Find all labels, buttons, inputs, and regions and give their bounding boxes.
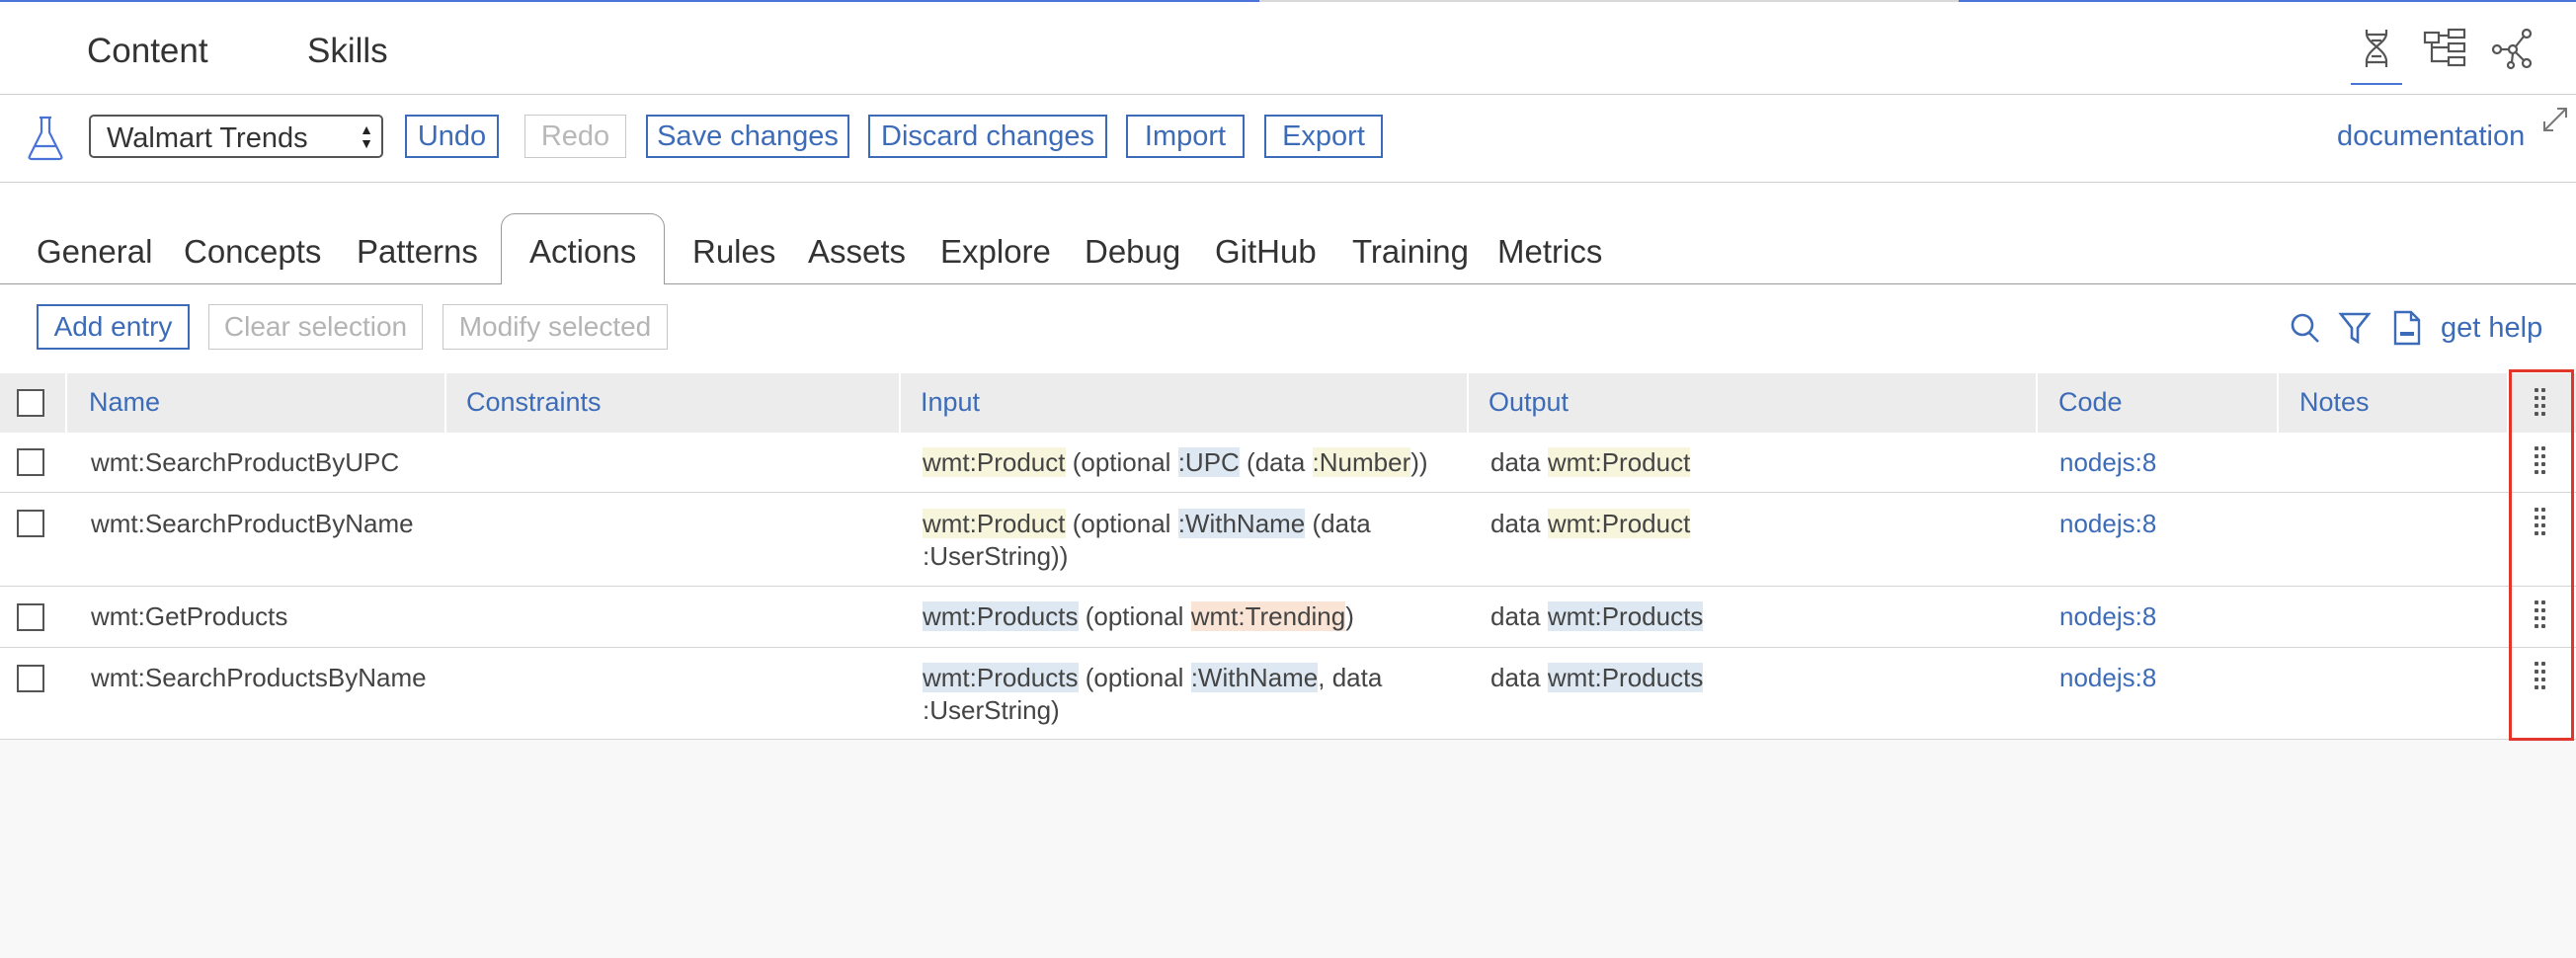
filter-icon[interactable] [2338, 310, 2372, 346]
row-output: data wmt:Product [1490, 447, 1691, 477]
column-drag-handle-icon[interactable] [2535, 388, 2550, 418]
tab-concepts[interactable]: Concepts [184, 233, 321, 271]
row-divider [0, 492, 2576, 493]
row-input: wmt:Product (optional :WithName (data:Us… [923, 509, 1371, 571]
column-separator [1467, 373, 1469, 433]
skill-select[interactable]: Walmart Trends ▲ ▼ [89, 115, 383, 158]
csv-file-icon[interactable] [2390, 310, 2424, 346]
row-code-link[interactable]: nodejs:8 [2059, 662, 2156, 694]
tree-icon[interactable] [2422, 26, 2467, 71]
flask-icon[interactable] [26, 115, 65, 162]
row-drag-handle-icon[interactable] [2535, 446, 2550, 476]
select-all-checkbox[interactable] [17, 389, 44, 417]
save-changes-button[interactable]: Save changes [646, 115, 849, 158]
row-name[interactable]: wmt:SearchProductByUPC [91, 446, 399, 479]
column-header-input[interactable]: Input [921, 387, 980, 418]
search-icon[interactable] [2289, 310, 2322, 346]
tab-debug[interactable]: Debug [1085, 233, 1180, 271]
tab-rules[interactable]: Rules [692, 233, 775, 271]
row-checkbox[interactable] [17, 603, 44, 631]
app-header: Content Skills [0, 2, 2576, 95]
row-input: wmt:Product (optional :UPC (data :Number… [923, 447, 1428, 477]
action-bar: Add entry Clear selection Modify selecte… [0, 284, 2576, 373]
select-arrows-icon: ▲ ▼ [360, 121, 373, 151]
row-drag-handle-icon[interactable] [2535, 508, 2550, 537]
column-separator [444, 373, 446, 433]
row-code-link[interactable]: nodejs:8 [2059, 446, 2156, 479]
toolbar: Walmart Trends ▲ ▼ Undo Redo Save changes… [0, 95, 2576, 183]
column-separator [2277, 373, 2279, 433]
row-output: data wmt:Products [1490, 663, 1704, 692]
column-separator [899, 373, 901, 433]
column-separator [2507, 373, 2509, 433]
row-output: data wmt:Product [1490, 509, 1691, 538]
tab-explore[interactable]: Explore [940, 233, 1051, 271]
discard-changes-button[interactable]: Discard changes [868, 115, 1107, 158]
row-divider [0, 647, 2576, 648]
row-input: wmt:Products (optional wmt:Trending) [923, 601, 1354, 631]
table-body: wmt:SearchProductByUPC wmt:Product (opti… [0, 433, 2576, 740]
row-name[interactable]: wmt:SearchProductsByName [91, 662, 427, 694]
row-divider [0, 586, 2576, 587]
expand-icon[interactable] [2540, 105, 2570, 134]
clear-selection-button[interactable]: Clear selection [208, 304, 423, 350]
row-drag-handle-icon[interactable] [2535, 662, 2550, 691]
graph-icon[interactable] [2489, 26, 2535, 71]
row-name[interactable]: wmt:SearchProductByName [91, 508, 414, 540]
row-divider [0, 739, 2576, 740]
documentation-link[interactable]: documentation [2337, 120, 2525, 153]
dna-icon[interactable] [2351, 26, 2402, 85]
row-name[interactable]: wmt:GetProducts [91, 600, 287, 633]
get-help-link[interactable]: get help [2441, 312, 2542, 345]
column-separator [2036, 373, 2038, 433]
column-header-code[interactable]: Code [2058, 387, 2123, 418]
row-checkbox[interactable] [17, 448, 44, 476]
undo-button[interactable]: Undo [405, 115, 499, 158]
tab-general[interactable]: General [37, 233, 152, 271]
table-header: Name Constraints Input Output Code Notes [0, 373, 2576, 433]
tab-patterns[interactable]: Patterns [357, 233, 478, 271]
column-separator [65, 373, 67, 433]
column-header-output[interactable]: Output [1489, 387, 1569, 418]
column-header-notes[interactable]: Notes [2299, 387, 2370, 418]
export-button[interactable]: Export [1264, 115, 1383, 158]
row-code-link[interactable]: nodejs:8 [2059, 600, 2156, 633]
column-header-name[interactable]: Name [89, 387, 160, 418]
add-entry-button[interactable]: Add entry [37, 304, 190, 350]
row-checkbox[interactable] [17, 510, 44, 537]
tab-github[interactable]: GitHub [1215, 233, 1317, 271]
row-output: data wmt:Products [1490, 601, 1704, 631]
tab-assets[interactable]: Assets [808, 233, 906, 271]
row-input: wmt:Products (optional :WithName, data:U… [923, 663, 1383, 725]
column-header-constraints[interactable]: Constraints [466, 387, 602, 418]
row-code-link[interactable]: nodejs:8 [2059, 508, 2156, 540]
import-button[interactable]: Import [1126, 115, 1245, 158]
skill-select-value: Walmart Trends [107, 122, 308, 154]
tab-bar: General Concepts Patterns Actions Rules … [0, 183, 2576, 284]
redo-button[interactable]: Redo [524, 115, 626, 158]
tab-training[interactable]: Training [1352, 233, 1469, 271]
nav-content[interactable]: Content [87, 32, 208, 71]
modify-selected-button[interactable]: Modify selected [443, 304, 668, 350]
row-checkbox[interactable] [17, 665, 44, 692]
tab-metrics[interactable]: Metrics [1497, 233, 1602, 271]
tab-actions[interactable]: Actions [529, 233, 636, 271]
nav-skills[interactable]: Skills [307, 32, 388, 71]
row-drag-handle-icon[interactable] [2535, 600, 2550, 630]
